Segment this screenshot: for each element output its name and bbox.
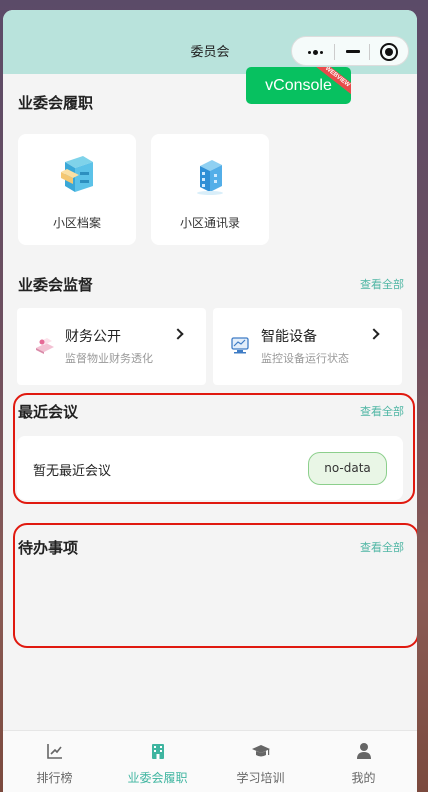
graduation-cap-icon	[252, 745, 270, 757]
tab-ranking[interactable]: 排行榜	[3, 731, 106, 792]
chevron-right-icon	[368, 328, 380, 340]
card-smart-devices[interactable]: 智能设备 监控设备运行状态	[213, 308, 402, 385]
tab-label: 我的	[351, 771, 376, 785]
building-icon	[197, 160, 223, 195]
archive-cabinet-icon	[61, 156, 93, 192]
supervision-see-all-link[interactable]: 查看全部	[360, 276, 404, 292]
supervision-section-title: 业委会监督	[18, 276, 94, 294]
annotation-todos-box	[13, 523, 417, 648]
capsule-divider	[334, 44, 335, 60]
tab-label: 学习培训	[236, 771, 285, 785]
more-icon[interactable]	[308, 50, 324, 56]
minimize-icon[interactable]	[346, 50, 360, 53]
tile-community-directory[interactable]: 小区通讯录	[151, 134, 269, 245]
tile-label: 小区通讯录	[179, 216, 240, 230]
chart-icon	[47, 744, 62, 759]
card-title: 财务公开	[65, 329, 121, 345]
vconsole-button[interactable]: vConsole WEBVIEW	[246, 67, 351, 104]
tab-committee-duties[interactable]: 业委会履职	[106, 731, 209, 792]
tab-learning[interactable]: 学习培训	[209, 731, 312, 792]
card-subtitle: 监控设备运行状态	[261, 352, 349, 365]
tab-bar: 排行榜 业委会履职 学习培训 我的	[3, 730, 417, 792]
card-title: 智能设备	[261, 329, 317, 345]
user-icon	[357, 743, 371, 759]
tab-label: 排行榜	[36, 771, 73, 785]
building-icon	[152, 744, 164, 759]
tile-label: 小区档案	[52, 216, 101, 230]
vconsole-label: vConsole	[265, 77, 332, 94]
nav-header: 委员会	[3, 10, 417, 74]
card-subtitle: 监督物业财务透化	[65, 352, 153, 365]
tile-community-archive[interactable]: 小区档案	[18, 134, 136, 245]
tab-label: 业委会履职	[127, 771, 188, 785]
card-finance-disclosure[interactable]: 财务公开 监督物业财务透化	[17, 308, 206, 385]
close-target-icon[interactable]	[380, 43, 398, 61]
duties-section-title: 业委会履职	[18, 94, 94, 112]
mini-program-window: 委员会 vConsole WEBVIEW 业委会履职 小区档案 小区通讯录 业委…	[3, 10, 417, 792]
annotation-meetings-box	[13, 393, 415, 504]
capsule-menu	[291, 36, 409, 66]
capsule-divider	[369, 44, 370, 60]
device-icon	[231, 337, 249, 354]
tab-mine[interactable]: 我的	[312, 731, 415, 792]
finance-icon	[36, 338, 54, 354]
chevron-right-icon	[172, 328, 184, 340]
